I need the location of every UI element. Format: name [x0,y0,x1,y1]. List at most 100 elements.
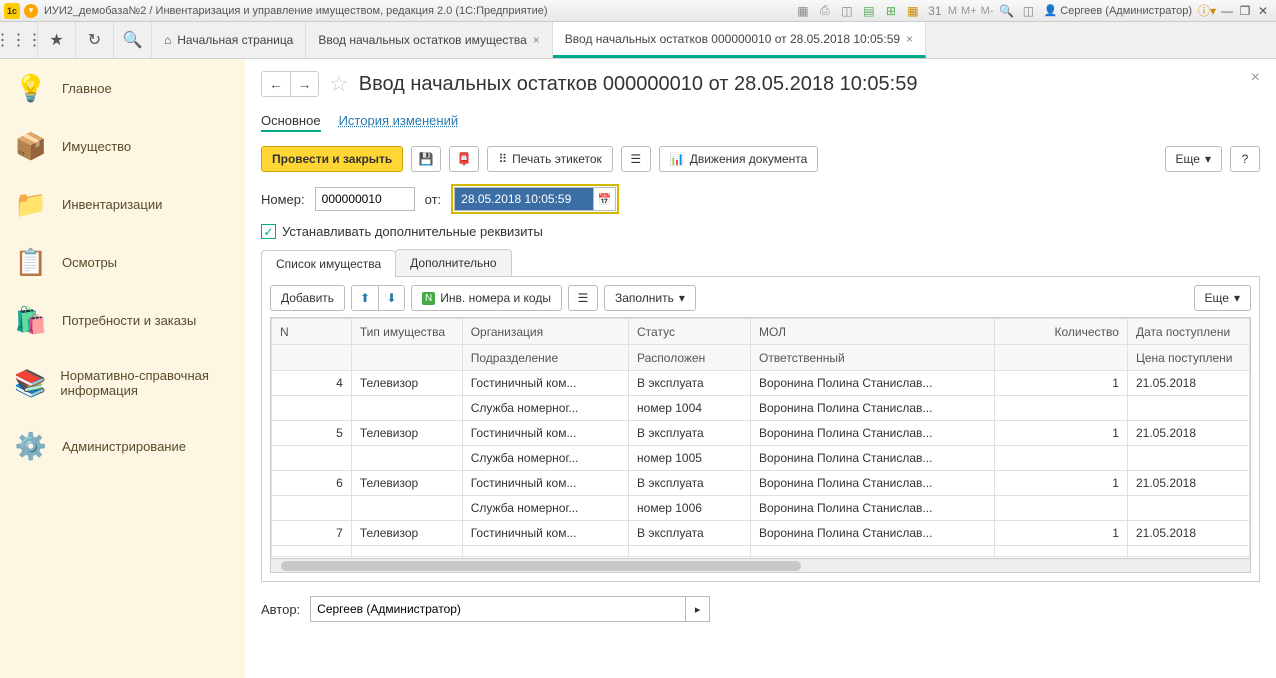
tab-home[interactable]: ⌂ Начальная страница [152,22,306,58]
apps-button[interactable]: ⋮⋮⋮ [0,22,38,58]
list-button[interactable]: ☰ [621,146,651,172]
help-button[interactable]: ? [1230,146,1260,172]
col-date-in[interactable]: Дата поступлени [1127,319,1249,345]
scrollbar-thumb[interactable] [281,561,801,571]
zoom-icon[interactable]: 🔍 [997,2,1015,20]
section-tab-history[interactable]: История изменений [339,111,459,132]
move-up-button[interactable]: ⬆ [352,286,378,310]
property-grid[interactable]: N Тип имущества Организация Статус МОЛ К… [270,317,1251,559]
inner-tab-list[interactable]: Список имущества [261,250,396,277]
table-row-sub[interactable]: Служба номерног...номер 1006Воронина Пол… [272,496,1250,521]
table-row[interactable]: 7ТелевизорГостиничный ком...В эксплуатаВ… [272,521,1250,546]
tab-bar: ⋮⋮⋮ ★ ↻ 🔍 ⌂ Начальная страница Ввод нача… [0,22,1276,59]
calendar-picker-icon[interactable]: 📅 [594,187,616,211]
col-location[interactable]: Расположен [629,345,751,371]
document-title: Ввод начальных остатков 000000010 от 28.… [359,73,918,96]
panel-icon[interactable]: ◫ [1019,2,1037,20]
date-icon[interactable]: 31 [926,2,944,20]
inner-tab-extra[interactable]: Дополнительно [395,249,511,276]
post-and-close-button[interactable]: Провести и закрыть [261,146,403,172]
add-row-button[interactable]: Добавить [270,285,345,311]
fill-button[interactable]: Заполнить ▾ [604,285,696,311]
window-titlebar: 1c ▾ ИУИ2_демобаза№2 / Инвентаризация и … [0,0,1276,22]
table-row[interactable]: 5ТелевизорГостиничный ком...В эксплуатаВ… [272,421,1250,446]
tab-initial-balances-doc[interactable]: Ввод начальных остатков 000000010 от 28.… [553,22,926,58]
save-button[interactable]: 💾 [411,146,441,172]
close-icon[interactable]: × [533,33,540,47]
app-menu-dropdown[interactable]: ▾ [24,4,38,18]
btn-label: Движения документа [690,152,808,166]
user-name: Сергеев (Администратор) [1060,5,1192,17]
calendar-icon[interactable]: ▦ [904,2,922,20]
favorite-star-icon[interactable]: ☆ [329,71,349,97]
print-labels-button[interactable]: ⠿Печать этикеток [487,146,612,172]
open-author-button[interactable]: ▸ [685,597,709,621]
author-label: Автор: [261,602,300,617]
sidebar-item-inspections[interactable]: 📋Осмотры [0,233,245,291]
sidebar-item-main[interactable]: 💡Главное [0,59,245,117]
excel-icon[interactable]: ▤ [860,2,878,20]
inspections-icon: 📋 [14,245,48,279]
sidebar-item-inventory[interactable]: 📁Инвентаризации [0,175,245,233]
memory-mplus[interactable]: M+ [961,5,977,17]
table-row-sub[interactable] [272,546,1250,557]
main-icon: 💡 [14,71,48,105]
inv-numbers-button[interactable]: N Инв. номера и коды [411,285,562,311]
col-dept[interactable]: Подразделение [462,345,628,371]
grid-more-button[interactable]: Еще ▾ [1194,285,1251,311]
table-row[interactable]: 6ТелевизорГостиничный ком...В эксплуатаВ… [272,471,1250,496]
history-button[interactable]: ↻ [76,22,114,58]
close-icon[interactable]: × [906,32,913,46]
sidebar-item-admin[interactable]: ⚙️Администрирование [0,417,245,475]
sidebar-label: Нормативно-справочная информация [60,368,231,398]
move-down-button[interactable]: ⬇ [378,286,404,310]
col-n[interactable]: N [272,319,352,345]
author-input[interactable] [311,602,685,616]
col-org[interactable]: Организация [462,319,628,345]
window-minimize[interactable]: — [1218,4,1236,18]
nav-forward-button[interactable]: → [290,72,318,96]
number-icon: N [422,292,435,305]
date-input[interactable] [454,187,594,211]
btn-label: Инв. номера и коды [440,291,551,305]
more-button[interactable]: Еще ▾ [1165,146,1222,172]
col-price-in[interactable]: Цена поступлени [1127,345,1249,371]
post-button[interactable]: 📮 [449,146,479,172]
col-mol[interactable]: МОЛ [750,319,994,345]
report-icon: 📊 [670,152,685,166]
table-row-sub[interactable]: Служба номерног...номер 1005Воронина Пол… [272,446,1250,471]
sidebar-item-reference[interactable]: 📚 Нормативно-справочная информация [0,349,245,417]
sidebar-item-needs[interactable]: 🛍️Потребности и заказы [0,291,245,349]
col-qty[interactable]: Количество [994,319,1127,345]
tab-initial-balances-list[interactable]: Ввод начальных остатков имущества × [306,22,552,58]
horizontal-scrollbar[interactable] [270,559,1251,573]
sidebar-item-property[interactable]: 📦Имущество [0,117,245,175]
sidebar-label: Администрирование [62,439,186,454]
compare-icon[interactable]: ◫ [838,2,856,20]
search-button[interactable]: 🔍 [114,22,152,58]
info-icon[interactable]: ⓘ▾ [1198,2,1216,20]
col-responsible[interactable]: Ответственный [750,345,994,371]
menu-button[interactable]: ☰ [568,285,598,311]
favorites-button[interactable]: ★ [38,22,76,58]
memory-mminus[interactable]: M- [981,5,994,17]
table-row-sub[interactable]: Служба номерног...номер 1004Воронина Пол… [272,396,1250,421]
col-status[interactable]: Статус [629,319,751,345]
reference-icon: 📚 [14,366,46,400]
toolbar-icon[interactable]: ▦ [794,2,812,20]
current-user[interactable]: 👤 Сергеев (Администратор) [1043,4,1192,17]
window-close[interactable]: ✕ [1254,4,1272,18]
section-tab-main[interactable]: Основное [261,111,321,132]
col-type[interactable]: Тип имущества [351,319,462,345]
nav-back-button[interactable]: ← [262,72,290,96]
window-restore[interactable]: ❐ [1236,4,1254,18]
document-movements-button[interactable]: 📊 Движения документа [659,146,819,172]
calc-icon[interactable]: ⊞ [882,2,900,20]
set-extra-checkbox[interactable]: ✓ [261,224,276,239]
memory-m[interactable]: M [948,5,957,17]
print-icon[interactable]: ⎙ [816,2,834,20]
close-form-button[interactable]: × [1251,69,1260,87]
table-row[interactable]: 4ТелевизорГостиничный ком...В эксплуатаВ… [272,371,1250,396]
nav-buttons: ← → [261,71,319,97]
number-input[interactable] [315,187,415,211]
